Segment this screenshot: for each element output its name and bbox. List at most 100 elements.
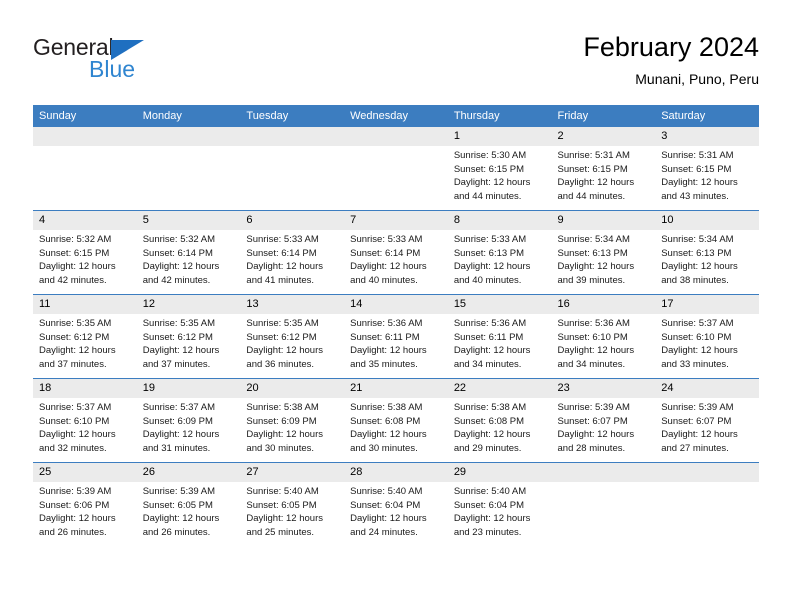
calendar-day-cell[interactable]: 17 Sunrise: 5:37 AM Sunset: 6:10 PM Dayligh…: [655, 294, 759, 379]
page-title: February 2024: [583, 32, 759, 62]
day-number: 21: [344, 379, 448, 398]
sunrise-text: Sunrise: 5:40 AM: [350, 486, 423, 497]
daylight-text-line1: Daylight: 12 hours: [557, 429, 635, 440]
calendar-week-row: 1 Sunrise: 5:30 AM Sunset: 6:15 PM Daylight…: [33, 126, 759, 211]
day-number: [551, 463, 656, 482]
day-number: 22: [447, 379, 552, 398]
day-details: Sunrise: 5:36 AM Sunset: 6:11 PM Daylight:…: [448, 314, 552, 371]
calendar-day-cell[interactable]: 7 Sunrise: 5:33 AM Sunset: 6:14 PM Daylight…: [344, 210, 448, 295]
calendar-day-cell[interactable]: 16 Sunrise: 5:36 AM Sunset: 6:10 PM Dayligh…: [551, 294, 656, 379]
sunrise-text: Sunrise: 5:39 AM: [661, 402, 734, 413]
calendar-day-cell[interactable]: 4 Sunrise: 5:32 AM Sunset: 6:15 PM Daylight…: [33, 210, 137, 295]
day-number: 4: [33, 211, 137, 230]
day-details: Sunrise: 5:39 AM Sunset: 6:07 PM Daylight:…: [655, 398, 759, 455]
daylight-text-line2: and 24 minutes.: [350, 526, 418, 538]
day-number: 20: [240, 379, 345, 398]
day-number: 8: [447, 211, 552, 230]
calendar-day-cell[interactable]: 3 Sunrise: 5:31 AM Sunset: 6:15 PM Daylight…: [655, 126, 759, 211]
daylight-text-line2: and 41 minutes.: [246, 274, 315, 286]
page-subtitle: Munani, Puno, Peru: [635, 71, 759, 87]
brand-name-blue: Blue: [89, 56, 136, 82]
sunset-text: Sunset: 6:04 PM: [350, 499, 421, 511]
sunrise-text: Sunrise: 5:34 AM: [661, 234, 734, 245]
day-details: Sunrise: 5:34 AM Sunset: 6:13 PM Daylight:…: [655, 230, 759, 287]
day-number: 5: [136, 211, 241, 230]
day-number: 27: [240, 463, 345, 482]
calendar-day-cell[interactable]: 18 Sunrise: 5:37 AM Sunset: 6:10 PM Dayligh…: [33, 378, 137, 463]
daylight-text-line1: Daylight: 12 hours: [453, 177, 531, 188]
calendar-day-cell[interactable]: 8 Sunrise: 5:33 AM Sunset: 6:13 PM Daylight…: [447, 210, 552, 295]
daylight-text-line2: and 37 minutes.: [39, 358, 107, 370]
sunset-text: Sunset: 6:12 PM: [39, 331, 110, 343]
sunrise-text: Sunrise: 5:35 AM: [246, 318, 319, 329]
day-details: Sunrise: 5:39 AM Sunset: 6:07 PM Daylight:…: [552, 398, 656, 455]
day-details: Sunrise: 5:38 AM Sunset: 6:08 PM Daylight:…: [448, 398, 552, 455]
day-details: Sunrise: 5:38 AM Sunset: 6:08 PM Daylight:…: [344, 398, 448, 455]
calendar-day-cell[interactable]: 26 Sunrise: 5:39 AM Sunset: 6:05 PM Dayligh…: [136, 462, 241, 546]
calendar-day-cell[interactable]: 28 Sunrise: 5:40 AM Sunset: 6:04 PM Dayligh…: [344, 462, 448, 546]
daylight-text-line2: and 44 minutes.: [557, 190, 626, 202]
calendar-day-cell[interactable]: 23 Sunrise: 5:39 AM Sunset: 6:07 PM Dayligh…: [551, 378, 656, 463]
calendar-day-cell[interactable]: 5 Sunrise: 5:32 AM Sunset: 6:14 PM Daylight…: [136, 210, 241, 295]
daylight-text-line1: Daylight: 12 hours: [142, 345, 220, 356]
daylight-text-line1: Daylight: 12 hours: [39, 513, 116, 524]
calendar-day-cell[interactable]: 12 Sunrise: 5:35 AM Sunset: 6:12 PM Dayligh…: [136, 294, 241, 379]
calendar-empty-cell: [33, 126, 137, 211]
day-number: [33, 127, 137, 146]
calendar-empty-cell: [655, 462, 759, 546]
sunset-text: Sunset: 6:06 PM: [39, 499, 110, 511]
daylight-text-line2: and 34 minutes.: [453, 358, 522, 370]
sunrise-text: Sunrise: 5:37 AM: [142, 402, 216, 413]
daylight-text-line1: Daylight: 12 hours: [453, 429, 531, 440]
calendar-day-cell[interactable]: 1 Sunrise: 5:30 AM Sunset: 6:15 PM Daylight…: [447, 126, 552, 211]
daylight-text-line1: Daylight: 12 hours: [142, 429, 220, 440]
day-details: Sunrise: 5:31 AM Sunset: 6:15 PM Daylight:…: [655, 146, 759, 203]
sunset-text: Sunset: 6:15 PM: [661, 163, 732, 175]
day-details: Sunrise: 5:39 AM Sunset: 6:06 PM Daylight:…: [33, 482, 137, 539]
sunset-text: Sunset: 6:10 PM: [557, 331, 628, 343]
sunrise-text: Sunrise: 5:39 AM: [557, 402, 630, 413]
calendar-day-cell[interactable]: 15 Sunrise: 5:36 AM Sunset: 6:11 PM Dayligh…: [447, 294, 552, 379]
calendar-day-cell[interactable]: 6 Sunrise: 5:33 AM Sunset: 6:14 PM Daylight…: [240, 210, 345, 295]
calendar-day-cell[interactable]: 13 Sunrise: 5:35 AM Sunset: 6:12 PM Dayligh…: [240, 294, 345, 379]
day-details: Sunrise: 5:35 AM Sunset: 6:12 PM Daylight:…: [240, 314, 344, 371]
sunrise-text: Sunrise: 5:40 AM: [453, 486, 527, 497]
brand-logo[interactable]: General Blue: [33, 34, 233, 90]
day-details: Sunrise: 5:40 AM Sunset: 6:04 PM Daylight:…: [344, 482, 448, 539]
sunrise-text: Sunrise: 5:31 AM: [661, 150, 734, 161]
calendar-day-cell[interactable]: 14 Sunrise: 5:36 AM Sunset: 6:11 PM Dayligh…: [344, 294, 448, 379]
calendar-day-cell[interactable]: 9 Sunrise: 5:34 AM Sunset: 6:13 PM Daylight…: [551, 210, 656, 295]
sunrise-text: Sunrise: 5:38 AM: [246, 402, 319, 413]
daylight-text-line2: and 33 minutes.: [661, 358, 729, 370]
calendar-day-cell[interactable]: 11 Sunrise: 5:35 AM Sunset: 6:12 PM Dayligh…: [33, 294, 137, 379]
weekday-header-wednesday: Wednesday: [344, 105, 448, 127]
calendar-day-cell[interactable]: 24 Sunrise: 5:39 AM Sunset: 6:07 PM Dayligh…: [655, 378, 759, 463]
calendar-day-cell[interactable]: 25 Sunrise: 5:39 AM Sunset: 6:06 PM Dayligh…: [33, 462, 137, 546]
calendar-day-cell[interactable]: 2 Sunrise: 5:31 AM Sunset: 6:15 PM Daylight…: [551, 126, 656, 211]
sunrise-text: Sunrise: 5:36 AM: [557, 318, 630, 329]
sunset-text: Sunset: 6:10 PM: [39, 415, 110, 427]
day-details: Sunrise: 5:33 AM Sunset: 6:14 PM Daylight:…: [344, 230, 448, 287]
daylight-text-line1: Daylight: 12 hours: [39, 261, 116, 272]
calendar-day-cell[interactable]: 19 Sunrise: 5:37 AM Sunset: 6:09 PM Dayligh…: [136, 378, 241, 463]
daylight-text-line2: and 40 minutes.: [350, 274, 418, 286]
calendar-day-cell[interactable]: 10 Sunrise: 5:34 AM Sunset: 6:13 PM Dayligh…: [655, 210, 759, 295]
calendar-day-cell[interactable]: 21 Sunrise: 5:38 AM Sunset: 6:08 PM Dayligh…: [344, 378, 448, 463]
calendar-day-cell[interactable]: 29 Sunrise: 5:40 AM Sunset: 6:04 PM Dayligh…: [447, 462, 552, 546]
day-number: 26: [136, 463, 241, 482]
daylight-text-line1: Daylight: 12 hours: [246, 261, 323, 272]
daylight-text-line2: and 28 minutes.: [557, 442, 626, 454]
calendar-day-cell[interactable]: 22 Sunrise: 5:38 AM Sunset: 6:08 PM Dayligh…: [447, 378, 552, 463]
calendar-day-cell[interactable]: 27 Sunrise: 5:40 AM Sunset: 6:05 PM Dayligh…: [240, 462, 345, 546]
calendar-header-row: Sunday Monday Tuesday Wednesday Thursday…: [33, 105, 759, 127]
day-details: Sunrise: 5:34 AM Sunset: 6:13 PM Daylight:…: [552, 230, 656, 287]
daylight-text-line2: and 26 minutes.: [142, 526, 211, 538]
sunset-text: Sunset: 6:08 PM: [453, 415, 525, 427]
day-number: 3: [655, 127, 759, 146]
calendar-day-cell[interactable]: 20 Sunrise: 5:38 AM Sunset: 6:09 PM Dayligh…: [240, 378, 345, 463]
day-details: Sunrise: 5:36 AM Sunset: 6:10 PM Daylight:…: [552, 314, 656, 371]
daylight-text-line1: Daylight: 12 hours: [350, 345, 427, 356]
sunset-text: Sunset: 6:05 PM: [246, 499, 317, 511]
sunrise-text: Sunrise: 5:36 AM: [453, 318, 527, 329]
daylight-text-line1: Daylight: 12 hours: [661, 177, 738, 188]
